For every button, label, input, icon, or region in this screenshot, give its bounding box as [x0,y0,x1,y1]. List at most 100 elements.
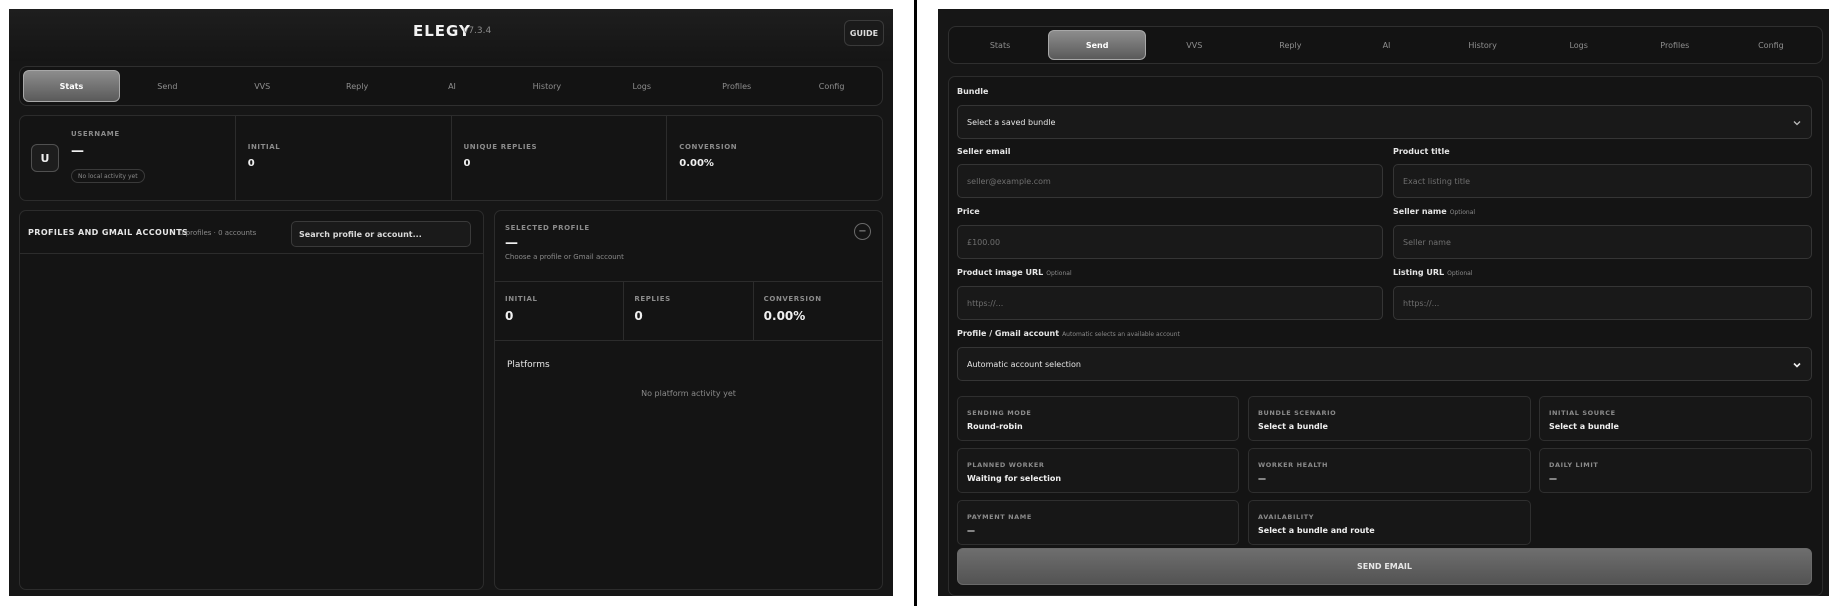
tab-logs[interactable]: Logs [1531,30,1627,60]
bundle-select-value: Select a saved bundle [967,117,1056,127]
product-image-label: Product image URL Optional [957,268,1072,277]
platforms-empty-text: No platform activity yet [641,389,736,398]
tab-reply[interactable]: Reply [310,70,405,102]
tab-send[interactable]: Send [120,70,215,102]
sel-initial-value: 0 [505,309,514,323]
tab-stats[interactable]: Stats [23,70,120,102]
info-label: SENDING MODE [967,409,1032,417]
profiles-count: 0 profiles · 0 accounts [179,229,257,237]
product-image-url-input[interactable] [957,286,1383,320]
profiles-title: PROFILES AND GMAIL ACCOUNTS [28,228,189,237]
avatar: U [31,144,59,172]
listing-url-label: Listing URL Optional [1393,268,1473,277]
tab-profiles[interactable]: Profiles [1627,30,1723,60]
seller-email-input[interactable] [957,164,1383,198]
selected-profile-label: SELECTED PROFILE [505,224,590,232]
tab-logs[interactable]: Logs [594,70,689,102]
info-value: Select a bundle [1258,422,1328,431]
profiles-panel: PROFILES AND GMAIL ACCOUNTS 0 profiles ·… [19,210,484,590]
chevron-down-icon [1793,121,1801,126]
account-select[interactable]: Automatic account selection [957,347,1812,381]
info-label: WORKER HEALTH [1258,461,1329,469]
send-form: Bundle Select a saved bundle Seller emai… [948,76,1823,596]
info-label: INITIAL SOURCE [1549,409,1616,417]
tab-vvs[interactable]: VVS [215,70,310,102]
profile-search-input[interactable] [291,221,471,247]
listing-url-input[interactable] [1393,286,1812,320]
unique-replies-stat: UNIQUE REPLIES 0 [452,116,668,200]
username-label: USERNAME [71,130,120,138]
sending-mode-card: SENDING MODE Round-robin [957,396,1239,441]
info-value: Select a bundle and route [1258,526,1375,535]
tab-vvs[interactable]: VVS [1146,30,1242,60]
info-value: — [1258,474,1266,483]
sel-replies-label: REPLIES [634,295,671,303]
info-value: Waiting for selection [967,474,1062,483]
tab-bar: Stats Send VVS Reply AI History Logs Pro… [19,66,883,106]
info-value: — [1549,474,1557,483]
sel-initial-label: INITIAL [505,295,538,303]
info-value: — [967,526,975,535]
initial-stat: INITIAL 0 [236,116,452,200]
initial-label: INITIAL [247,143,281,151]
chevron-down-icon [1793,362,1801,368]
profiles-header: PROFILES AND GMAIL ACCOUNTS 0 profiles ·… [20,211,483,254]
tab-config[interactable]: Config [784,70,879,102]
initial-source-card: INITIAL SOURCE Select a bundle [1539,396,1812,441]
sel-conversion-stat: CONVERSION 0.00% [754,282,882,340]
payment-name-card: PAYMENT NAME — [957,500,1239,545]
stats-window: ELEGY v7.3.4 GUIDE Stats Send VVS Reply … [9,9,893,596]
app-version: v7.3.4 [463,26,492,36]
send-email-button[interactable]: SEND EMAIL [957,548,1812,585]
bundle-select[interactable]: Select a saved bundle [957,105,1812,139]
tab-ai[interactable]: AI [1338,30,1434,60]
info-label: PAYMENT NAME [967,513,1032,521]
tab-stats[interactable]: Stats [952,30,1048,60]
conversion-stat: CONVERSION 0.00% [667,116,882,200]
tab-reply[interactable]: Reply [1242,30,1338,60]
seller-email-label: Seller email [957,147,1011,156]
screenshot-divider [914,0,917,606]
tab-profiles[interactable]: Profiles [689,70,784,102]
conversion-label: CONVERSION [679,143,738,151]
selected-profile-hint: Choose a profile or Gmail account [505,253,624,261]
tab-ai[interactable]: AI [405,70,500,102]
username-stat: U USERNAME — No local activity yet [20,116,236,200]
app-header: ELEGY v7.3.4 GUIDE [9,9,893,61]
selected-profile-panel: SELECTED PROFILE — Choose a profile or G… [494,210,883,590]
info-value: Round-robin [967,422,1023,431]
seller-name-input[interactable] [1393,225,1812,259]
selected-profile-header: SELECTED PROFILE — Choose a profile or G… [495,211,882,282]
collapse-icon[interactable]: − [854,223,871,240]
account-label: Profile / Gmail account Automatic selects… [957,329,1180,338]
sel-conversion-value: 0.00% [763,309,806,323]
account-select-value: Automatic account selection [967,359,1081,369]
sel-initial-stat: INITIAL 0 [495,282,625,340]
sel-replies-value: 0 [634,309,643,323]
price-input[interactable] [957,225,1383,259]
tab-config[interactable]: Config [1723,30,1819,60]
product-title-label: Product title [1393,147,1450,156]
daily-limit-card: DAILY LIMIT — [1539,448,1812,493]
product-title-input[interactable] [1393,164,1812,198]
initial-value: 0 [247,158,255,169]
price-label: Price [957,207,980,216]
worker-health-card: WORKER HEALTH — [1248,448,1531,493]
tab-history[interactable]: History [499,70,594,102]
info-label: PLANNED WORKER [967,461,1045,469]
sel-conversion-label: CONVERSION [763,295,822,303]
tab-send[interactable]: Send [1048,30,1147,60]
guide-button[interactable]: GUIDE [844,20,884,46]
selected-profile-stats: INITIAL 0 REPLIES 0 CONVERSION 0.00% [495,282,882,341]
bundle-label: Bundle [957,87,989,96]
sel-replies-stat: REPLIES 0 [624,282,754,340]
info-value: Select a bundle [1549,422,1619,431]
bundle-scenario-card: BUNDLE SCENARIO Select a bundle [1248,396,1531,441]
availability-card: AVAILABILITY Select a bundle and route [1248,500,1531,545]
unique-replies-label: UNIQUE REPLIES [463,143,538,151]
seller-name-label: Seller name Optional [1393,207,1476,216]
conversion-value: 0.00% [679,158,714,169]
username-value: — [71,144,84,159]
tab-history[interactable]: History [1435,30,1531,60]
info-label: BUNDLE SCENARIO [1258,409,1337,417]
